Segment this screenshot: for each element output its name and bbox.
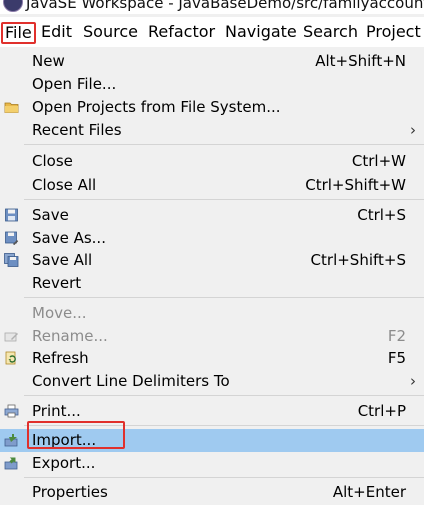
menu-item-open-projects[interactable]: Open Projects from File System... bbox=[0, 96, 424, 119]
menu-item-label: Recent Files bbox=[32, 121, 122, 139]
menu-item-open-file[interactable]: Open File... bbox=[0, 73, 424, 96]
menu-item-label: Save All bbox=[32, 251, 93, 269]
menu-separator bbox=[24, 297, 424, 298]
chevron-right-icon: › bbox=[410, 121, 416, 139]
menu-source[interactable]: Source bbox=[83, 22, 138, 42]
menu-item-recent-files[interactable]: Recent Files › bbox=[0, 119, 424, 142]
menu-item-close[interactable]: Close Ctrl+W bbox=[0, 150, 424, 173]
menu-item-label: Export... bbox=[32, 454, 96, 472]
menubar: File Edit Source Refactor Navigate Searc… bbox=[0, 17, 424, 47]
export-icon bbox=[4, 457, 18, 470]
window-title: JavaSE Workspace - JavaBaseDemo/src/fami… bbox=[26, 0, 424, 12]
menu-file[interactable]: File bbox=[1, 22, 36, 44]
menu-item-shortcut: Alt+Shift+N bbox=[315, 52, 406, 70]
folder-icon bbox=[4, 102, 19, 113]
menu-item-save-all[interactable]: Save All Ctrl+Shift+S bbox=[0, 249, 424, 272]
menu-item-shortcut: Ctrl+P bbox=[357, 402, 406, 420]
eclipse-app-icon bbox=[3, 0, 23, 12]
menu-item-label: Properties bbox=[32, 483, 108, 501]
refresh-icon bbox=[5, 351, 16, 365]
import-highlight-annotation bbox=[27, 421, 125, 449]
menu-item-shortcut: F5 bbox=[387, 349, 406, 367]
menu-item-refresh[interactable]: Refresh F5 bbox=[0, 347, 424, 370]
menu-edit[interactable]: Edit bbox=[41, 22, 72, 42]
menu-item-move: Move... bbox=[0, 302, 424, 325]
menu-item-save-as[interactable]: Save As... bbox=[0, 227, 424, 250]
menu-item-shortcut: Ctrl+S bbox=[357, 206, 406, 224]
menu-separator bbox=[24, 395, 424, 396]
menu-item-shortcut: Ctrl+Shift+W bbox=[305, 176, 406, 194]
menu-item-shortcut: Ctrl+Shift+S bbox=[310, 251, 406, 269]
menu-item-convert-line-delimiters[interactable]: Convert Line Delimiters To › bbox=[0, 370, 424, 393]
menu-item-label: Save bbox=[32, 206, 69, 224]
menu-search[interactable]: Search bbox=[303, 22, 358, 42]
menu-item-label: Close All bbox=[32, 176, 97, 194]
menu-item-label: Refresh bbox=[32, 349, 89, 367]
save-as-icon bbox=[5, 231, 19, 245]
print-icon bbox=[4, 404, 19, 418]
menu-item-label: Print... bbox=[32, 402, 81, 420]
menu-item-label: Open File... bbox=[32, 75, 117, 93]
menu-refactor[interactable]: Refactor bbox=[148, 22, 215, 42]
rename-icon bbox=[4, 332, 18, 342]
menu-item-new[interactable]: New Alt+Shift+N bbox=[0, 50, 424, 73]
menu-separator bbox=[24, 144, 424, 145]
save-all-icon bbox=[4, 253, 19, 267]
menu-item-label: New bbox=[32, 52, 65, 70]
menu-item-shortcut: Alt+Enter bbox=[332, 483, 406, 501]
menu-separator bbox=[24, 477, 424, 478]
menu-item-label: Convert Line Delimiters To bbox=[32, 372, 230, 390]
menu-item-label: Save As... bbox=[32, 229, 106, 247]
menu-item-close-all[interactable]: Close All Ctrl+Shift+W bbox=[0, 174, 424, 197]
menu-item-rename: Rename... F2 bbox=[0, 325, 424, 348]
menu-item-save[interactable]: Save Ctrl+S bbox=[0, 204, 424, 227]
window-titlebar: JavaSE Workspace - JavaBaseDemo/src/fami… bbox=[0, 0, 424, 14]
menu-item-label: Revert bbox=[32, 274, 82, 292]
menu-item-shortcut: Ctrl+W bbox=[351, 152, 406, 170]
file-menu-dropdown: New Alt+Shift+N Open File... Open Projec… bbox=[0, 47, 424, 505]
import-icon bbox=[4, 434, 18, 447]
menu-item-label: Open Projects from File System... bbox=[32, 98, 281, 116]
menu-item-revert[interactable]: Revert bbox=[0, 272, 424, 295]
menu-project[interactable]: Project bbox=[366, 22, 421, 42]
menu-item-label: Rename... bbox=[32, 327, 108, 345]
menu-item-print[interactable]: Print... Ctrl+P bbox=[0, 400, 424, 423]
menu-item-label: Move... bbox=[32, 304, 87, 322]
save-icon bbox=[5, 208, 18, 222]
menu-item-shortcut: F2 bbox=[387, 327, 406, 345]
menu-item-properties[interactable]: Properties Alt+Enter bbox=[0, 481, 424, 504]
menu-navigate[interactable]: Navigate bbox=[225, 22, 297, 42]
menu-item-label: Close bbox=[32, 152, 73, 170]
chevron-right-icon: › bbox=[410, 372, 416, 390]
menu-separator bbox=[24, 199, 424, 200]
menu-item-export[interactable]: Export... bbox=[0, 452, 424, 475]
